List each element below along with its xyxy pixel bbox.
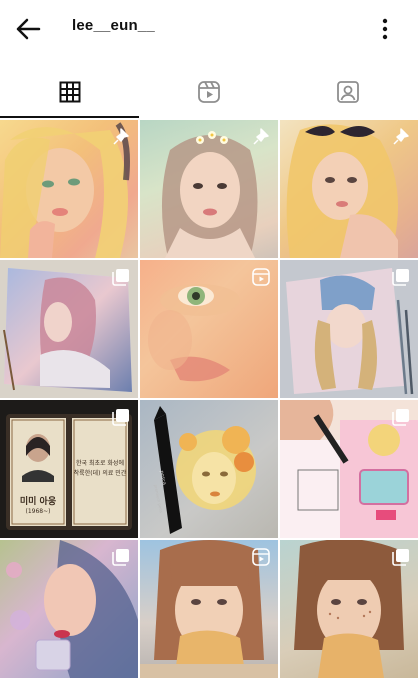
post-image — [154, 406, 256, 534]
multiple-photos-icon — [112, 409, 129, 426]
post-tile[interactable] — [280, 260, 418, 398]
profile-username: lee__eun__ — [72, 17, 155, 34]
reel-icon — [252, 268, 270, 286]
reels-icon — [197, 81, 220, 103]
post-tile[interactable] — [280, 540, 418, 678]
tab-tagged[interactable] — [278, 66, 417, 118]
more-vertical-icon[interactable] — [374, 16, 396, 42]
post-tile[interactable] — [140, 540, 278, 678]
post-tile[interactable] — [140, 260, 278, 398]
multiple-photos-icon — [392, 269, 409, 286]
post-tile[interactable] — [0, 260, 138, 398]
post-tile[interactable] — [0, 120, 138, 258]
tagged-person-icon — [336, 81, 359, 103]
book-name: 미미 아웅 — [19, 497, 57, 507]
grid-icon — [59, 81, 80, 103]
post-tile[interactable] — [280, 400, 418, 538]
multiple-photos-icon — [112, 549, 129, 566]
book-line-2: 착륙한(데) 의료 민간 — [73, 470, 127, 477]
post-tile[interactable]: posca premium pens — [140, 400, 278, 538]
tab-reels[interactable] — [139, 66, 278, 118]
profile-header: lee__eun__ — [0, 0, 418, 58]
active-tab-indicator — [0, 116, 139, 118]
multiple-photos-icon — [392, 549, 409, 566]
tab-posts-grid[interactable] — [0, 66, 139, 118]
pin-icon — [393, 128, 409, 145]
book-line-1: 한국 최초로 화성에 — [76, 460, 124, 467]
post-tile[interactable] — [140, 120, 278, 258]
multiple-photos-icon — [392, 409, 409, 426]
posts-grid: 미미 아웅 (1968~) 한국 최초로 화성에 착륙한(데) 의료 민간 po… — [0, 120, 418, 680]
book-years: (1968~) — [25, 508, 51, 515]
reel-icon — [252, 548, 270, 566]
post-tile[interactable] — [280, 120, 418, 258]
arrow-left-icon[interactable] — [14, 16, 42, 42]
multiple-photos-icon — [112, 269, 129, 286]
post-tile[interactable] — [0, 540, 138, 678]
profile-tabs — [0, 66, 418, 118]
pin-icon — [113, 128, 129, 145]
post-tile[interactable]: 미미 아웅 (1968~) 한국 최초로 화성에 착륙한(데) 의료 민간 — [0, 400, 138, 538]
pin-icon — [253, 128, 269, 145]
